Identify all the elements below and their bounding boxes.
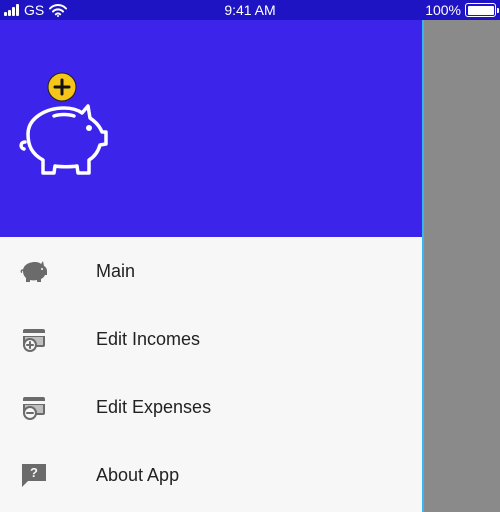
menu-item-edit-incomes[interactable]: Edit Incomes [0, 305, 422, 373]
wallet-minus-icon [20, 393, 48, 421]
battery-percent: 100% [425, 2, 461, 18]
drawer-header [0, 20, 422, 237]
help-bubble-icon: ? [20, 461, 48, 489]
svg-text:?: ? [30, 465, 38, 480]
piggy-bank-plus-icon [19, 72, 108, 175]
status-right: 100% [425, 1, 499, 19]
piggy-bank-icon [20, 257, 48, 285]
menu-item-label: Edit Incomes [96, 328, 201, 349]
status-bar: GS 9:41 AM 100% [0, 0, 500, 20]
drawer-scrim[interactable] [424, 20, 500, 512]
drawer-menu: Main Edit Incomes Edit Expenses ? About … [0, 237, 422, 509]
menu-item-label: Main [96, 260, 136, 281]
battery-icon [465, 3, 499, 17]
menu-item-about-app[interactable]: ? About App [0, 441, 422, 509]
menu-item-main[interactable]: Main [0, 237, 422, 305]
menu-item-edit-expenses[interactable]: Edit Expenses [0, 373, 422, 441]
wallet-plus-icon [20, 325, 48, 353]
navigation-drawer: Main Edit Incomes Edit Expenses ? About … [0, 20, 424, 512]
menu-item-label: About App [96, 464, 180, 485]
menu-item-label: Edit Expenses [96, 396, 212, 417]
